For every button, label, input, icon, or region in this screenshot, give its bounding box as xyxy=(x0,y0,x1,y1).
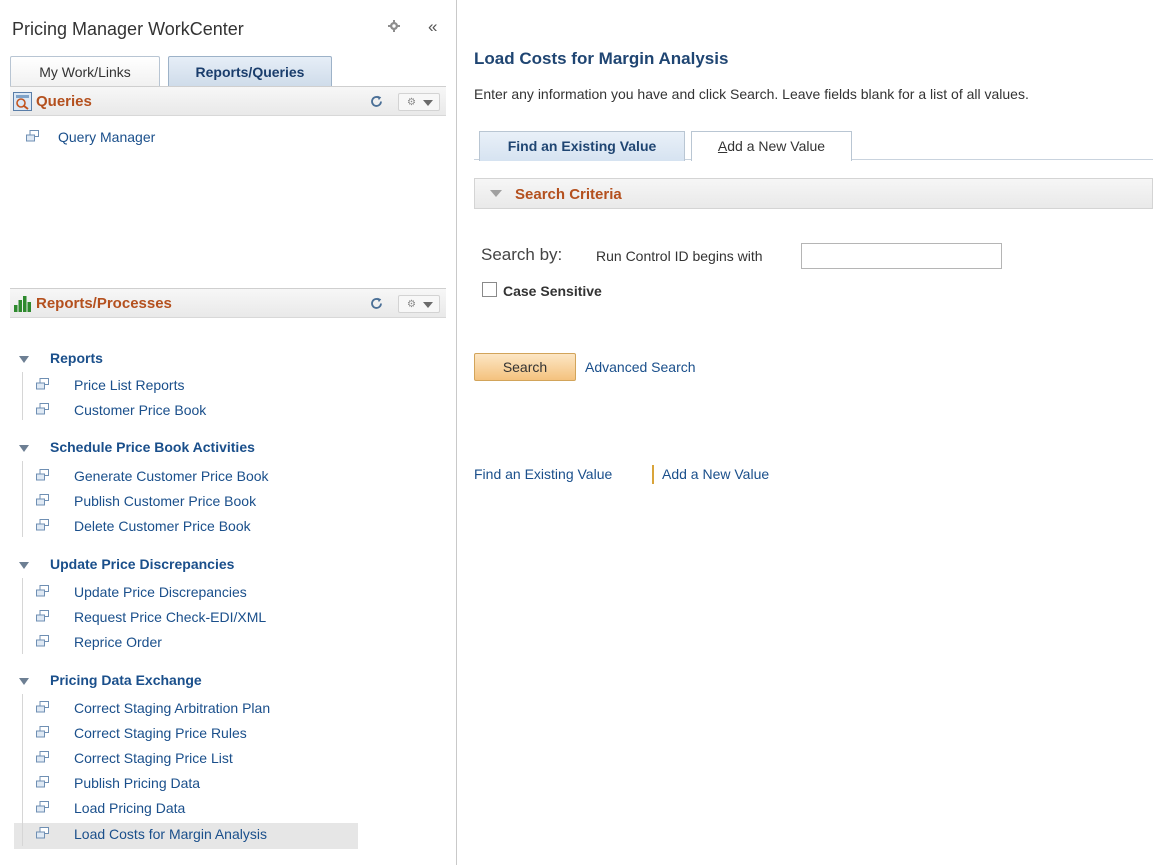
link-query-manager[interactable]: Query Manager xyxy=(58,129,155,145)
collapse-triangle-icon[interactable] xyxy=(19,562,29,569)
workcenter-title: Pricing Manager WorkCenter xyxy=(12,19,244,39)
link-reprice-order[interactable]: Reprice Order xyxy=(74,634,162,650)
link-request-price-check[interactable]: Request Price Check-EDI/XML xyxy=(74,609,266,625)
link-separator xyxy=(652,465,654,484)
link-customer-price-book[interactable]: Customer Price Book xyxy=(74,402,206,418)
page-link-icon xyxy=(36,827,49,839)
group-update-price-discrepancies[interactable]: Update Price Discrepancies xyxy=(50,556,234,572)
page-link-icon xyxy=(36,469,49,481)
search-button[interactable]: Search xyxy=(474,353,576,381)
page-link-icon xyxy=(36,801,49,813)
link-load-costs-for-margin-analysis[interactable]: Load Costs for Margin Analysis xyxy=(74,826,267,842)
page-link-icon xyxy=(36,585,49,597)
chevron-down-icon xyxy=(423,302,433,308)
page-link-icon xyxy=(36,726,49,738)
refresh-icon[interactable] xyxy=(370,297,383,310)
gear-icon: ⚙ xyxy=(407,97,416,108)
workcenter-pane: Pricing Manager WorkCenter « My Work/Lin… xyxy=(0,0,457,865)
case-sensitive-label: Case Sensitive xyxy=(503,283,602,299)
reports-processes-title: Reports/Processes xyxy=(36,295,172,312)
search-by-label: Search by: xyxy=(481,245,563,264)
page-link-icon xyxy=(36,378,49,390)
queries-header: Queries ⚙ xyxy=(10,86,446,116)
collapse-icon[interactable]: « xyxy=(428,17,437,37)
tab-find-existing-value[interactable]: Find an Existing Value xyxy=(479,131,685,161)
link-publish-customer-price-book[interactable]: Publish Customer Price Book xyxy=(74,493,256,509)
access-key-letter: A xyxy=(717,138,728,154)
bottom-add-new-link[interactable]: Add a New Value xyxy=(662,466,769,482)
page-link-icon xyxy=(36,776,49,788)
group-schedule-price-book-activities[interactable]: Schedule Price Book Activities xyxy=(50,439,255,455)
reports-menu-button[interactable]: ⚙ xyxy=(398,295,440,313)
group-divider xyxy=(22,461,23,537)
link-update-price-discrepancies[interactable]: Update Price Discrepancies xyxy=(74,584,247,600)
group-divider xyxy=(22,372,23,420)
queries-title: Queries xyxy=(36,93,92,110)
page-link-icon xyxy=(36,701,49,713)
link-correct-staging-arbitration-plan[interactable]: Correct Staging Arbitration Plan xyxy=(74,700,270,716)
collapse-triangle-icon[interactable] xyxy=(19,678,29,685)
page-link-icon xyxy=(36,751,49,763)
group-divider xyxy=(22,578,23,654)
page-link-icon xyxy=(36,494,49,506)
tab-my-work-links[interactable]: My Work/Links xyxy=(10,56,160,86)
page-link-icon xyxy=(36,635,49,647)
chevron-down-icon xyxy=(423,100,433,106)
link-load-pricing-data[interactable]: Load Pricing Data xyxy=(74,800,185,816)
run-control-label: Run Control ID begins with xyxy=(596,248,763,264)
instructions-text: Enter any information you have and click… xyxy=(474,86,1029,102)
bar-chart-icon xyxy=(14,296,31,312)
tab-reports-queries[interactable]: Reports/Queries xyxy=(168,56,332,86)
link-correct-staging-price-list[interactable]: Correct Staging Price List xyxy=(74,750,233,766)
page-link-icon xyxy=(26,130,39,142)
tab-add-new-value[interactable]: Add a New Value xyxy=(691,131,852,161)
gear-icon[interactable] xyxy=(388,20,400,32)
link-delete-customer-price-book[interactable]: Delete Customer Price Book xyxy=(74,518,251,534)
tab-add-label-rest: dd a New Value xyxy=(727,138,826,154)
page-title: Load Costs for Margin Analysis xyxy=(474,49,729,68)
group-pricing-data-exchange[interactable]: Pricing Data Exchange xyxy=(50,672,202,688)
search-criteria-header[interactable]: Search Criteria xyxy=(474,178,1153,209)
link-generate-customer-price-book[interactable]: Generate Customer Price Book xyxy=(74,468,269,484)
run-control-id-input[interactable] xyxy=(801,243,1002,269)
collapse-triangle-icon[interactable] xyxy=(19,356,29,363)
search-criteria-title: Search Criteria xyxy=(515,186,622,203)
collapse-triangle-icon xyxy=(490,190,502,197)
page-link-icon xyxy=(36,610,49,622)
group-divider xyxy=(22,694,23,846)
advanced-search-link[interactable]: Advanced Search xyxy=(585,359,696,375)
queries-menu-button[interactable]: ⚙ xyxy=(398,93,440,111)
link-publish-pricing-data[interactable]: Publish Pricing Data xyxy=(74,775,200,791)
page-link-icon xyxy=(36,403,49,415)
collapse-triangle-icon[interactable] xyxy=(19,445,29,452)
group-reports[interactable]: Reports xyxy=(50,350,103,366)
page-link-icon xyxy=(36,519,49,531)
link-correct-staging-price-rules[interactable]: Correct Staging Price Rules xyxy=(74,725,247,741)
gear-icon: ⚙ xyxy=(407,299,416,310)
query-icon xyxy=(13,92,32,111)
refresh-icon[interactable] xyxy=(370,95,383,108)
link-price-list-reports[interactable]: Price List Reports xyxy=(74,377,184,393)
reports-processes-header: Reports/Processes ⚙ xyxy=(10,288,446,318)
bottom-find-existing-link[interactable]: Find an Existing Value xyxy=(474,466,612,482)
case-sensitive-checkbox[interactable] xyxy=(482,282,497,297)
